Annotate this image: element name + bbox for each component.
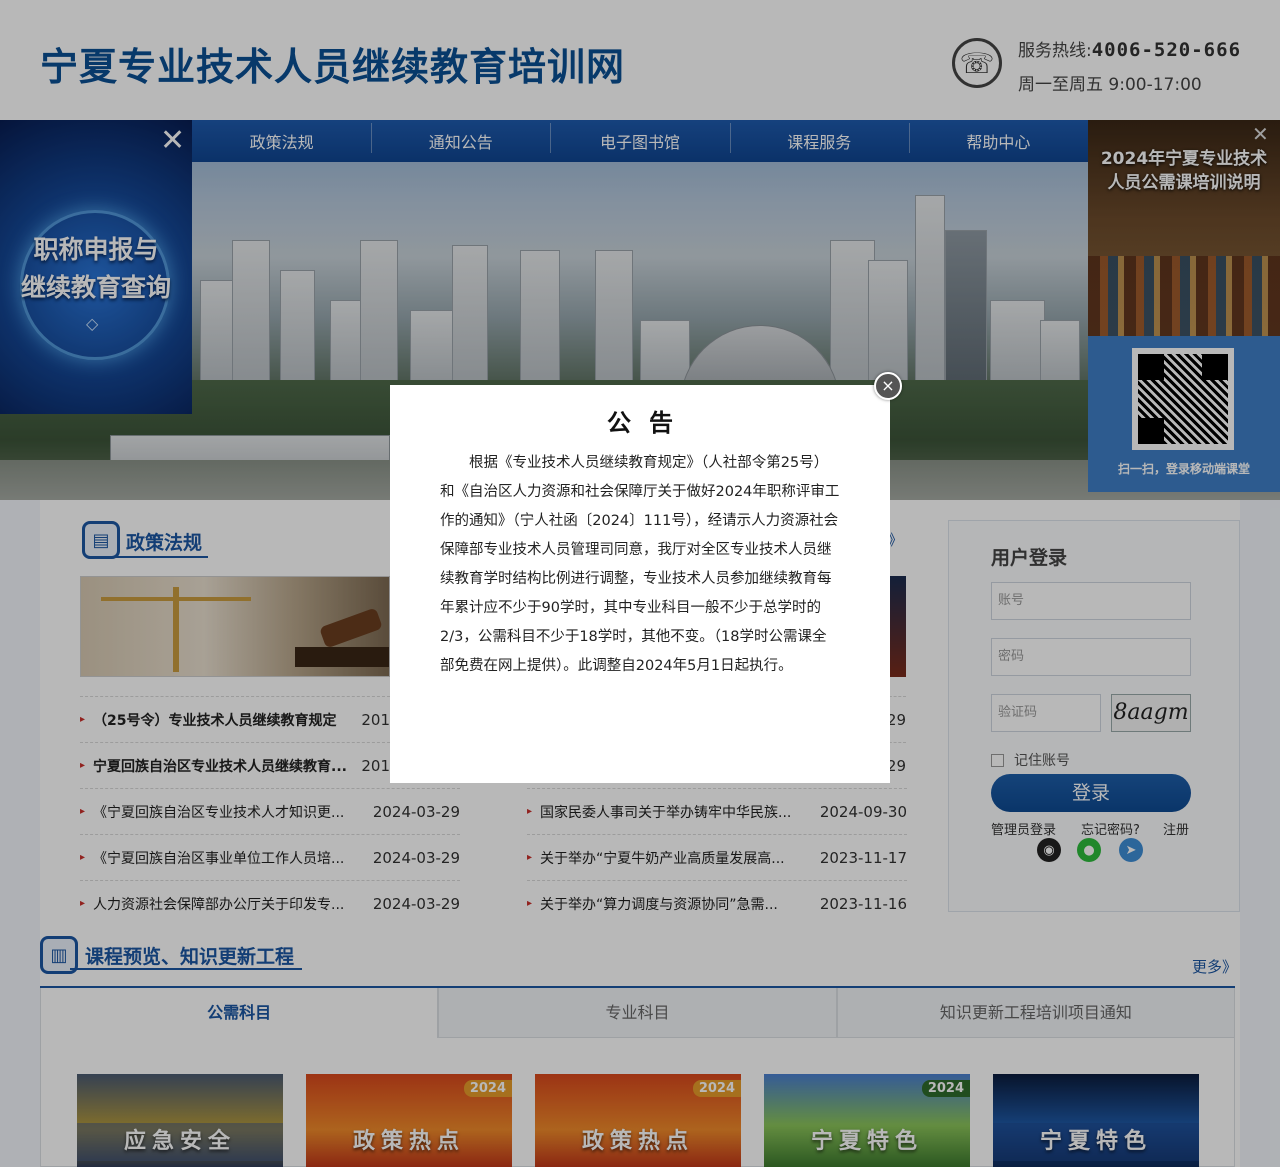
modal-body: 根据《专业技术人员继续教育规定》（人社部令第25号）和《自治区人力资源和社会保障…	[440, 455, 840, 674]
modal-close-icon[interactable]: ×	[874, 372, 902, 400]
announcement-modal: 公告 根据《专业技术人员继续教育规定》（人社部令第25号）和《自治区人力资源和社…	[390, 385, 890, 783]
modal-title: 公告	[607, 409, 691, 437]
